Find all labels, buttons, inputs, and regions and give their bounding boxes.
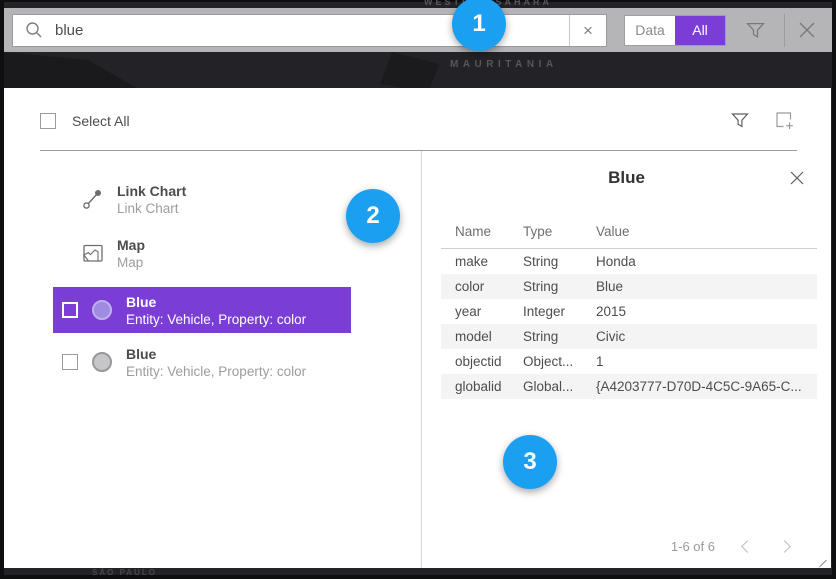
cell-type: String (509, 274, 582, 299)
table-row: color String Blue (441, 274, 817, 299)
result-item-blue-selected[interactable]: Blue Entity: Vehicle, Property: color (53, 287, 351, 333)
result-subtitle: Link Chart (117, 201, 186, 216)
table-row: globalid Global... {A4203777-D70D-4C5C-9… (441, 374, 817, 399)
cell-name: model (441, 324, 509, 349)
map-region-shape (4, 52, 144, 92)
link-chart-icon (81, 186, 105, 212)
panel-resize-handle[interactable] (819, 557, 828, 566)
table-row: objectid Object... 1 (441, 349, 817, 374)
cell-value: Civic (582, 324, 817, 349)
cell-type: Integer (509, 299, 582, 324)
cell-value: 2015 (582, 299, 817, 324)
search-box: × (12, 14, 607, 47)
result-subtitle: Map (117, 255, 145, 270)
table-row: year Integer 2015 (441, 299, 817, 324)
toggle-all-option[interactable]: All (675, 16, 725, 45)
pagination: 1-6 of 6 (671, 539, 789, 554)
add-to-selection-icon[interactable] (774, 110, 795, 131)
column-header-type: Type (509, 218, 582, 249)
cell-value: {A4203777-D70D-4C5C-9A65-C... (582, 374, 817, 399)
column-header-name: Name (441, 218, 509, 249)
pagination-label: 1-6 of 6 (671, 539, 715, 554)
toolbar-divider (784, 14, 785, 47)
result-title: Map (117, 237, 145, 253)
cell-name: globalid (441, 374, 509, 399)
result-subtitle: Entity: Vehicle, Property: color (126, 364, 306, 379)
select-all-checkbox[interactable] (40, 113, 56, 129)
pagination-next-icon[interactable] (778, 540, 791, 553)
column-header-value: Value (582, 218, 817, 249)
search-results-panel: Select All (4, 88, 831, 568)
table-row: model String Civic (441, 324, 817, 349)
result-item-blue[interactable]: Blue Entity: Vehicle, Property: color (53, 339, 351, 385)
result-title: Blue (126, 294, 306, 310)
result-subtitle: Entity: Vehicle, Property: color (126, 312, 306, 327)
cell-type: String (509, 324, 582, 349)
result-title: Blue (126, 346, 306, 362)
select-all-control[interactable]: Select All (40, 113, 130, 129)
cell-value: 1 (582, 349, 817, 374)
detail-panel: Blue Name Type Value (422, 151, 831, 568)
map-label-mauritania: MAURITANIA (450, 59, 558, 70)
pagination-prev-icon[interactable] (741, 540, 754, 553)
scope-toggle: Data All (624, 15, 726, 46)
cell-value: Blue (582, 274, 817, 299)
cell-name: objectid (441, 349, 509, 374)
map-region-shape (380, 52, 440, 92)
cell-name: make (441, 249, 509, 275)
detail-title: Blue (422, 168, 831, 188)
cell-name: color (441, 274, 509, 299)
entity-circle-icon (92, 300, 112, 320)
cell-name: year (441, 299, 509, 324)
toggle-data-option[interactable]: Data (625, 16, 675, 45)
results-header: Select All (4, 88, 831, 150)
map-label-sao-paulo: SÃO PAULO (92, 568, 157, 577)
callout-badge-3: 3 (503, 435, 557, 489)
map-icon (81, 240, 105, 266)
close-search-icon[interactable] (792, 15, 822, 45)
entity-circle-icon (92, 352, 112, 372)
clear-search-button[interactable]: × (570, 15, 606, 46)
result-title: Link Chart (117, 183, 186, 199)
detail-close-icon[interactable] (786, 167, 808, 189)
search-icon (25, 21, 43, 39)
filter-icon[interactable] (745, 20, 766, 41)
callout-badge-2: 2 (346, 189, 400, 243)
search-toolbar: × Data All (4, 8, 832, 52)
results-filter-icon[interactable] (730, 110, 750, 131)
cell-type: Global... (509, 374, 582, 399)
table-row: make String Honda (441, 249, 817, 275)
properties-table: Name Type Value make String Honda color (441, 218, 817, 399)
screenshot-frame: WESTERN SAHARA MAURITANIA SÃO PAULO × Da… (0, 0, 836, 579)
result-checkbox[interactable] (62, 354, 78, 370)
select-all-label: Select All (72, 113, 130, 129)
cell-type: String (509, 249, 582, 275)
table-header-row: Name Type Value (441, 218, 817, 249)
cell-value: Honda (582, 249, 817, 275)
cell-type: Object... (509, 349, 582, 374)
result-checkbox[interactable] (62, 302, 78, 318)
